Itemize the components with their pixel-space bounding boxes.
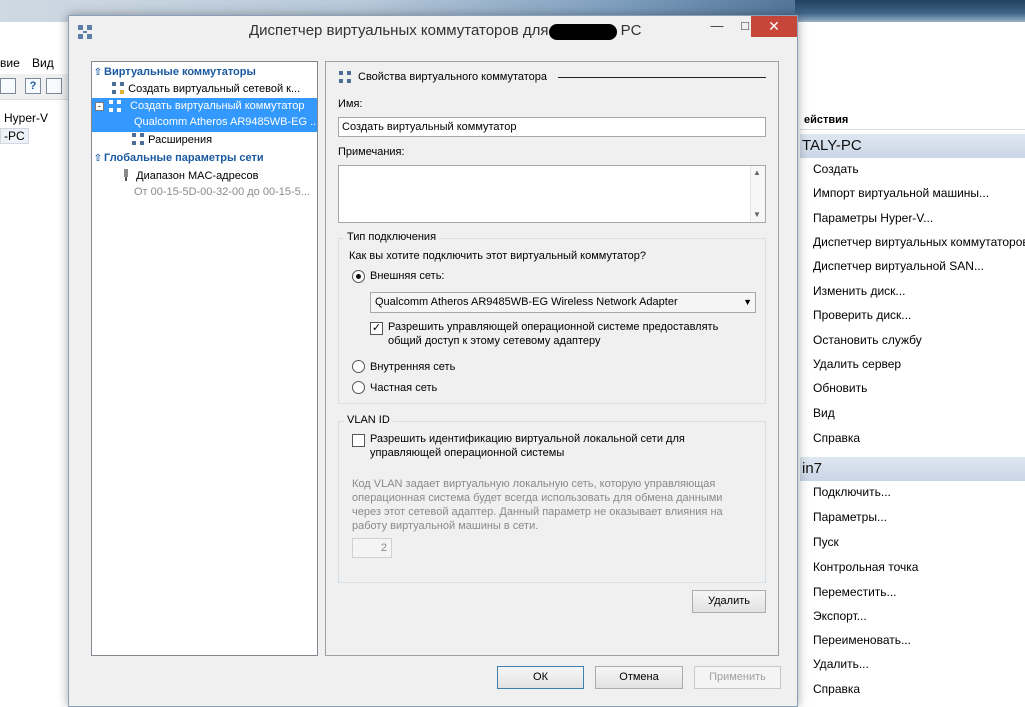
action-item[interactable]: Диспетчер виртуальных коммутаторов... [813,235,1025,249]
menu-item-action[interactable]: вие [0,56,20,70]
cancel-button[interactable]: Отмена [595,666,683,689]
apply-button[interactable]: Применить [694,666,781,689]
actions-group-vm[interactable]: in7 [800,457,1025,481]
scroll-down-icon[interactable]: ▼ [753,210,761,219]
notes-label: Примечания: [338,146,405,158]
ok-button[interactable]: ОК [497,666,584,689]
connection-question: Как вы хотите подключить этот виртуальны… [349,250,647,262]
enable-vlan-line2: управляющей операционной системы [370,447,565,459]
enable-vlan-line1: Разрешить идентификацию виртуальной лока… [370,433,685,445]
action-item[interactable]: Экспорт... [813,609,867,623]
vlan-description-line: работу виртуальной машины в сети. [352,520,539,532]
action-item[interactable]: Переместить... [813,585,897,599]
switch-icon [109,100,121,112]
new-switch-icon [112,82,125,94]
external-network-radio[interactable] [352,270,365,283]
heading-divider [558,77,766,78]
selected-switch-adapter: Qualcomm Atheros AR9485WB-EG ... [134,116,317,128]
action-item[interactable]: Подключить... [813,485,891,499]
collapse-icon[interactable]: ⇧ [92,150,104,167]
action-item[interactable]: Изменить диск... [813,284,905,298]
navigation-tree: ⇧ Виртуальные коммутаторы Создать виртуал… [91,61,318,656]
action-item[interactable]: Обновить [813,381,867,395]
action-item[interactable]: Создать [813,162,859,176]
action-item[interactable]: Импорт виртуальной машины... [813,186,989,200]
desktop-background-right [795,0,1025,22]
action-item[interactable]: Удалить... [813,657,869,671]
actions-group-server[interactable]: TALY-PC [800,134,1025,158]
allow-management-os-line2: общий доступ к этому сетевому адаптеру [388,335,601,347]
delete-switch-button[interactable]: Удалить [692,590,766,613]
name-label: Имя: [338,98,363,110]
extensions-icon [132,133,145,145]
action-item[interactable]: Переименовать... [813,633,911,647]
action-item[interactable]: Параметры Hyper-V... [813,211,933,225]
properties-heading: Свойства виртуального коммутатора [358,71,548,83]
menu-item-view[interactable]: Вид [32,56,54,70]
action-item[interactable]: Остановить службу [813,333,922,347]
redaction-mark [549,24,617,40]
actions-header: ействия [800,110,1025,130]
switch-properties-panel: Свойства виртуального коммутатора Имя: С… [325,61,779,656]
action-item[interactable]: Удалить сервер [813,357,901,371]
network-cable-icon [124,169,129,181]
action-item[interactable]: Контрольная точка [813,560,918,574]
vlan-id-title: VLAN ID [344,414,393,426]
collapse-toggle-icon[interactable]: - [95,102,104,111]
action-item[interactable]: Вид [813,406,835,420]
private-network-label[interactable]: Частная сеть [370,382,437,394]
tree-item-extensions[interactable]: Расширения [92,132,317,149]
chevron-down-icon: ▼ [743,297,752,307]
allow-management-os-line1: Разрешить управляющей операционной систе… [388,321,719,333]
minimize-button[interactable]: — [703,16,731,37]
tree-item-selected-switch[interactable]: - Создать виртуальный коммутатор Qualcom… [92,98,317,132]
tree-item-create-switch[interactable]: Создать виртуальный сетевой к... [92,81,317,98]
vlan-description-line: Код VLAN задает виртуальную локальную се… [352,478,716,490]
vlan-description-line: через этот сетевой адаптер. Данный парам… [352,506,723,518]
external-network-label[interactable]: Внешняя сеть: [370,270,444,282]
vlan-id-field[interactable]: 2 [352,538,392,558]
collapse-icon[interactable]: ⇧ [92,64,104,81]
mac-range-value: От 00-15-5D-00-32-00 до 00-15-5... [134,186,310,198]
dialog-titlebar[interactable]: Диспетчер виртуальных коммутаторов для P… [69,16,797,46]
virtual-switch-manager-dialog: Диспетчер виртуальных коммутаторов для P… [68,15,798,707]
enable-vlan-checkbox[interactable] [352,434,365,447]
scroll-up-icon[interactable]: ▲ [753,168,761,177]
name-field[interactable]: Создать виртуальный коммутатор [338,117,766,137]
tree-node-server[interactable]: -PC [0,128,29,144]
allow-management-os-checkbox[interactable]: ✓ [370,322,383,335]
vlan-description-line: операционная система будет всегда исполь… [352,492,723,504]
action-item[interactable]: Справка [813,431,860,445]
toolbar-back-icon[interactable] [0,78,16,94]
tree-item-mac-range[interactable]: Диапазон MAC-адресов [92,168,317,185]
network-switch-icon [78,25,92,39]
notes-scrollbar[interactable]: ▲ ▼ [750,166,765,222]
help-icon[interactable]: ? [25,78,41,94]
notes-field[interactable] [338,165,766,223]
network-adapter-select[interactable]: Qualcomm Atheros AR9485WB-EG Wireless Ne… [370,292,756,313]
action-item[interactable]: Справка [813,682,860,696]
toolbar-panel-icon[interactable] [46,78,62,94]
connection-type-title: Тип подключения [344,231,440,243]
close-button[interactable]: ✕ [751,16,797,37]
action-item[interactable]: Пуск [813,535,839,549]
selected-switch-name: Создать виртуальный коммутатор [130,100,305,112]
action-item[interactable]: Диспетчер виртуальной SAN... [813,259,984,273]
private-network-radio[interactable] [352,381,365,394]
tree-section-virtual-switches[interactable]: ⇧ Виртуальные коммутаторы [92,64,317,81]
action-item[interactable]: Параметры... [813,510,887,524]
internal-network-label[interactable]: Внутренняя сеть [370,361,455,373]
tree-node-hyperv[interactable]: Hyper-V [4,111,48,125]
tree-section-global-settings[interactable]: ⇧ Глобальные параметры сети [92,150,317,167]
switch-properties-icon [339,71,351,83]
action-item[interactable]: Проверить диск... [813,308,911,322]
internal-network-radio[interactable] [352,360,365,373]
